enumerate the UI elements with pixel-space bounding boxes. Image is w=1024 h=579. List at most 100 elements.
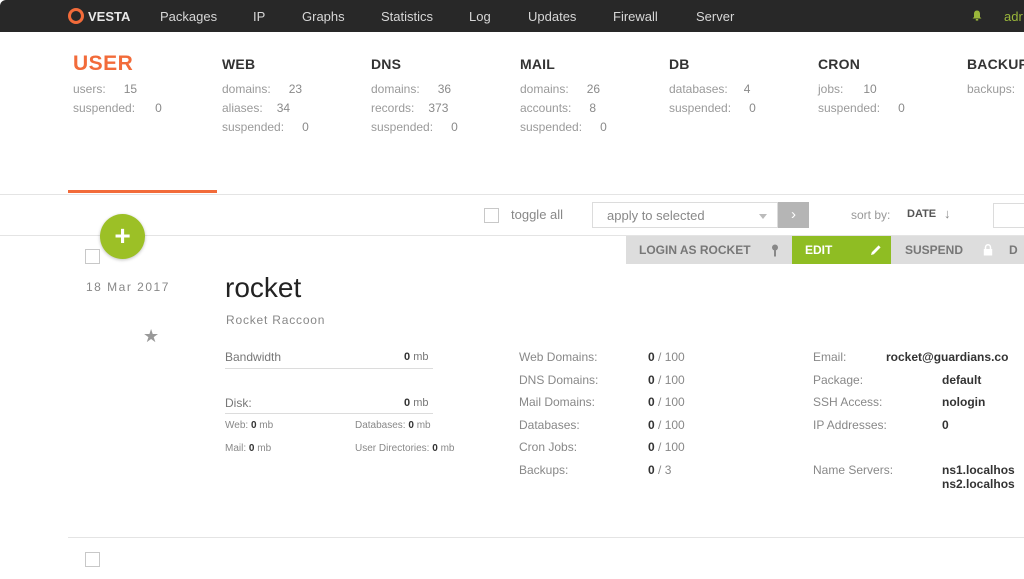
email-label: Email: [813,350,847,364]
login-as-label: LOGIN AS ROCKET [639,243,751,257]
stat-value: 26 [586,82,601,96]
nav-ip[interactable]: IP [253,9,265,24]
stat-value: 0 [898,101,905,115]
disk-databases-number: 0 [408,420,414,431]
stat-label: suspended: [222,120,285,134]
bandwidth-label: Bandwidth [225,350,282,364]
suspend-label: SUSPEND [905,243,964,257]
ip-label: IP Addresses: [813,418,887,432]
stat-db[interactable]: DB databases: 4 suspended: 0 [669,56,756,115]
stats-header: USER users: 15 suspended: 0 WEB domains: 23… [0,32,1024,195]
row-date: 18 Mar 2017 [86,280,170,294]
active-tab-indicator [68,190,217,193]
add-user-button[interactable]: + [100,214,145,259]
sort-direction-icon[interactable]: ↓ [944,206,951,221]
limit-used: 0 [648,395,655,409]
disk-userdirs-number: 0 [432,443,438,454]
stat-label: domains: [222,82,271,96]
suspend-button[interactable]: SUSPEND [891,236,1001,264]
disk-unit: mb [413,397,429,409]
delete-button[interactable]: D [1001,236,1024,264]
nav-updates[interactable]: Updates [528,9,576,24]
search-input[interactable] [993,203,1024,228]
stat-value: 4 [743,82,751,96]
stat-mail[interactable]: MAIL domains: 26 accounts: 8 suspended: 0 [520,56,607,134]
stat-web[interactable]: WEB domains: 23 aliases: 34 suspended: 0 [222,56,309,134]
ssh-label: SSH Access: [813,395,883,409]
bandwidth-number: 0 [404,351,411,363]
top-nav: VESTA Packages IP Graphs Statistics Log … [0,0,1024,32]
disk-mail-unit: mb [257,443,272,454]
row-checkbox[interactable] [85,249,100,264]
nav-packages[interactable]: Packages [160,9,217,24]
ns1-value: ns1.localhos [942,463,1015,477]
stat-title-web: WEB [222,56,256,72]
limit-value: 0 / 3 [648,463,671,477]
limit-used: 0 [648,418,655,432]
edit-button[interactable]: EDIT [792,236,891,264]
stat-value: 23 [288,82,303,96]
stat-value: 0 [749,101,756,115]
disk-mail-label: Mail: [225,443,247,454]
bell-icon[interactable] [972,10,982,21]
disk-userdirs-label: User Directories: [355,443,430,454]
limit-value: 0 / 100 [648,350,685,364]
disk-label: Disk: [225,396,252,410]
edit-label: EDIT [805,243,833,257]
stat-value: 36 [437,82,452,96]
stat-label: suspended: [818,101,881,115]
login-as-button[interactable]: LOGIN AS ROCKET [626,236,792,264]
sort-label: sort by: [851,208,891,222]
stat-value: 0 [600,120,607,134]
star-icon[interactable]: ★ [143,326,159,347]
limit-label: Backups: [519,463,569,477]
nav-log[interactable]: Log [469,9,491,24]
stat-value: 8 [589,101,597,115]
user-menu[interactable]: adr [1004,9,1024,24]
disk-web-unit: mb [259,420,274,431]
bandwidth-unit: mb [413,351,429,363]
nav-graphs[interactable]: Graphs [302,9,345,24]
stat-value: 15 [123,82,138,96]
nav-statistics[interactable]: Statistics [381,9,433,24]
sort-by-dropdown[interactable]: DATE [907,208,936,220]
stat-dns[interactable]: DNS domains: 36 records: 373 suspended: 0 [371,56,458,134]
limit-value: 0 / 100 [648,440,685,454]
limit-label: Web Domains: [519,350,598,364]
stat-title-dns: DNS [371,56,402,72]
limit-used: 0 [648,373,655,387]
stat-title-db: DB [669,56,690,72]
pencil-icon [871,245,881,255]
row-checkbox[interactable] [85,552,100,567]
stat-label: accounts: [520,101,572,115]
limit-max: / 100 [658,395,685,409]
stat-cron[interactable]: CRON jobs: 10 suspended: 0 [818,56,905,115]
disk-databases: Databases: 0 mb [355,420,431,431]
disk-databases-unit: mb [416,420,431,431]
header-divider [0,194,1024,195]
stat-title-mail: MAIL [520,56,556,72]
limit-value: 0 / 100 [648,395,685,409]
stat-label: domains: [520,82,569,96]
nav-firewall[interactable]: Firewall [613,9,658,24]
disk-value: 0 mb [404,397,428,409]
apply-go-button[interactable]: › [778,202,809,228]
toggle-all-checkbox[interactable] [484,208,499,223]
limit-label: Mail Domains: [519,395,596,409]
logo-text: VESTA [88,8,131,24]
ssh-value: nologin [942,395,986,409]
limit-max: / 100 [658,373,685,387]
limit-max: / 100 [658,350,685,364]
stat-title-cron: CRON [818,56,861,72]
stat-user[interactable]: USER users: 15 suspended: 0 [73,52,162,115]
username[interactable]: rocket [225,272,301,304]
toggle-all-label[interactable]: toggle all [511,207,563,222]
delete-label: D [1009,243,1018,257]
lock-icon [983,244,993,256]
vesta-logo[interactable]: VESTA [68,8,130,24]
nav-server[interactable]: Server [696,9,734,24]
stat-backup[interactable]: BACKUP backups:0 [967,56,1024,96]
ip-value: 0 [942,418,949,432]
row-actions: LOGIN AS ROCKET EDIT SUSPEND D [626,236,1024,264]
apply-to-selected-dropdown[interactable]: apply to selected [592,202,778,228]
